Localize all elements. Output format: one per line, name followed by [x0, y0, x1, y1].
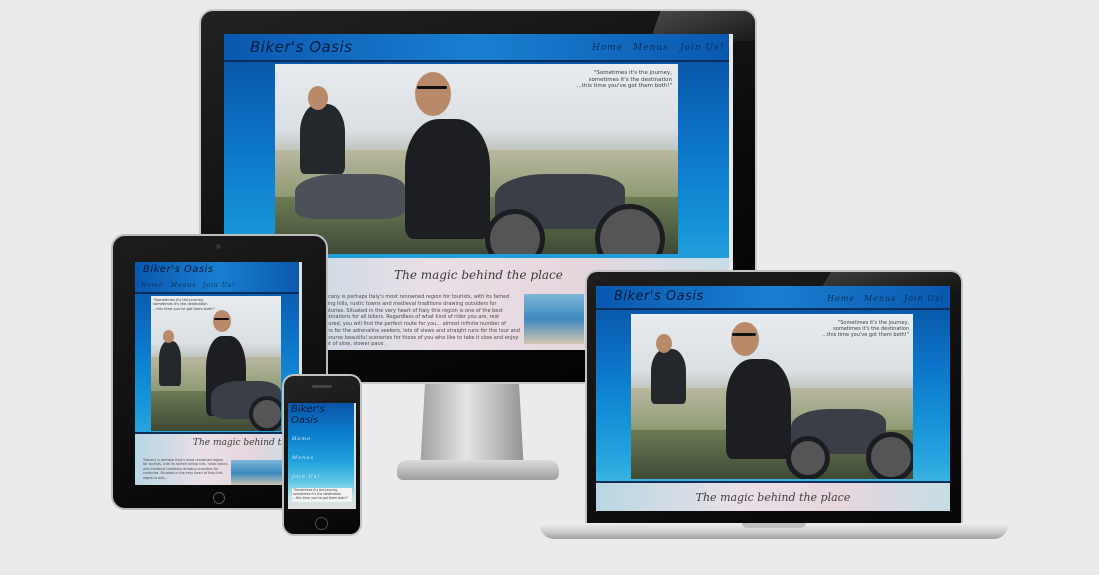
laptop-nav-join[interactable]: Join Us!	[904, 294, 944, 303]
rider-left	[159, 341, 181, 386]
tablet-tagline-band: The magic behind the place Tuscany is pe…	[135, 432, 302, 485]
desktop-nav-join[interactable]: Join Us!	[680, 43, 724, 53]
phone-brand-line-1: Biker's	[291, 404, 325, 415]
laptop-brand[interactable]: Biker's Oasis	[614, 289, 704, 304]
tablet-brand[interactable]: Biker's Oasis	[143, 264, 214, 275]
sunglasses	[732, 333, 756, 336]
quote-line-3: ...this time you've got them both!"	[293, 495, 349, 500]
tablet-nav-menus[interactable]: Menus	[171, 282, 197, 289]
desktop-hero-photo: "Sometimes it's the journey, sometimes i…	[275, 64, 678, 254]
rider-right-head	[415, 72, 451, 116]
phone-home-button[interactable]	[315, 517, 328, 530]
laptop-hero-photo: "Sometimes it's the journey, sometimes i…	[631, 314, 913, 479]
desktop-side-image	[524, 294, 584, 344]
laptop-navbar: Biker's Oasis Home Menus Join Us!	[596, 286, 950, 310]
monitor-stand-base	[397, 460, 559, 480]
responsive-mockup: Biker's Oasis Home Menus Join Us! "Somet…	[0, 0, 1099, 575]
rider-left-head	[656, 334, 672, 353]
phone-speaker	[312, 385, 332, 388]
desktop-nav-menus[interactable]: Menus	[633, 43, 669, 53]
phone-nav-join[interactable]: Join Us!	[292, 474, 320, 480]
phone-scrollbar[interactable]	[354, 403, 356, 509]
wheel-rear	[786, 436, 830, 479]
rider-right-head	[731, 322, 759, 356]
sunglasses	[417, 86, 447, 89]
rider-left-head	[308, 86, 328, 110]
monitor-stand-neck	[420, 384, 524, 464]
tablet-hero-photo: "Sometimes it's the journey, sometimes i…	[151, 296, 281, 431]
laptop-tagline: The magic behind the place	[695, 491, 851, 504]
tablet-paragraph: Tuscany is perhaps Italy's most renowned…	[143, 458, 228, 480]
rider-right	[726, 359, 791, 459]
tablet-nav-join[interactable]: Join Us!	[203, 282, 235, 289]
phone-quote: "Sometimes it's the journey, sometimes i…	[292, 488, 352, 502]
laptop-nav-menus[interactable]: Menus	[864, 294, 896, 303]
quote-line-2: sometimes it's the destination	[588, 76, 672, 83]
laptop-quote: "Sometimes it's the journey, sometimes i…	[822, 320, 909, 338]
rider-right	[405, 119, 490, 239]
sunglasses	[214, 318, 229, 320]
desktop-brand[interactable]: Biker's Oasis	[250, 38, 353, 56]
desktop-paragraph: Tuscany is perhaps Italy's most renowned…	[320, 294, 520, 348]
laptop-nav-home[interactable]: Home	[827, 294, 855, 303]
rider-left	[651, 349, 686, 404]
motorcycle-left	[295, 174, 405, 219]
tablet-screen: Biker's Oasis Home Menus Join Us! "Somet…	[135, 262, 302, 485]
wheel-front	[866, 432, 913, 479]
laptop-screen: Biker's Oasis Home Menus Join Us! "Somet…	[596, 286, 950, 511]
tablet-nav-home[interactable]: Home	[141, 282, 163, 289]
laptop-trackpad-notch	[742, 523, 806, 528]
phone-screen: Biker's Oasis Home Menus Join Us! "Somet…	[288, 403, 356, 509]
tablet-home-button[interactable]	[213, 492, 225, 504]
phone-brand[interactable]: Biker's Oasis	[291, 404, 325, 426]
desktop-navbar: Biker's Oasis Home Menus Join Us!	[224, 34, 733, 62]
tablet-camera	[216, 244, 221, 249]
phone-nav-menus[interactable]: Menus	[292, 455, 314, 461]
phone-nav-home[interactable]: Home	[292, 436, 311, 442]
quote-line-3: ...this time you've got them both!"	[576, 83, 672, 90]
phone-brand-line-2: Oasis	[291, 414, 319, 426]
quote-line-1: "Sometimes it's the journey,	[593, 70, 672, 76]
laptop-tagline-band: The magic behind the place	[596, 481, 950, 511]
rider-left-head	[163, 330, 174, 343]
rider-right-head	[213, 310, 231, 332]
quote-line-3: ...this time you've got them both!"	[153, 306, 216, 311]
quote-line-3: ...this time you've got them both!"	[822, 332, 909, 338]
tablet-side-image	[231, 460, 283, 485]
wheel-front	[249, 396, 281, 431]
rider-left	[300, 104, 345, 174]
tablet-quote: "Sometimes it's the journey, sometimes i…	[153, 298, 215, 311]
quote-line-2: sometimes it's the destination	[153, 302, 208, 307]
tablet-navbar: Biker's Oasis Home Menus Join Us!	[135, 262, 302, 294]
desktop-quote: "Sometimes it's the journey, sometimes i…	[577, 70, 672, 90]
desktop-nav-home[interactable]: Home	[592, 43, 623, 53]
